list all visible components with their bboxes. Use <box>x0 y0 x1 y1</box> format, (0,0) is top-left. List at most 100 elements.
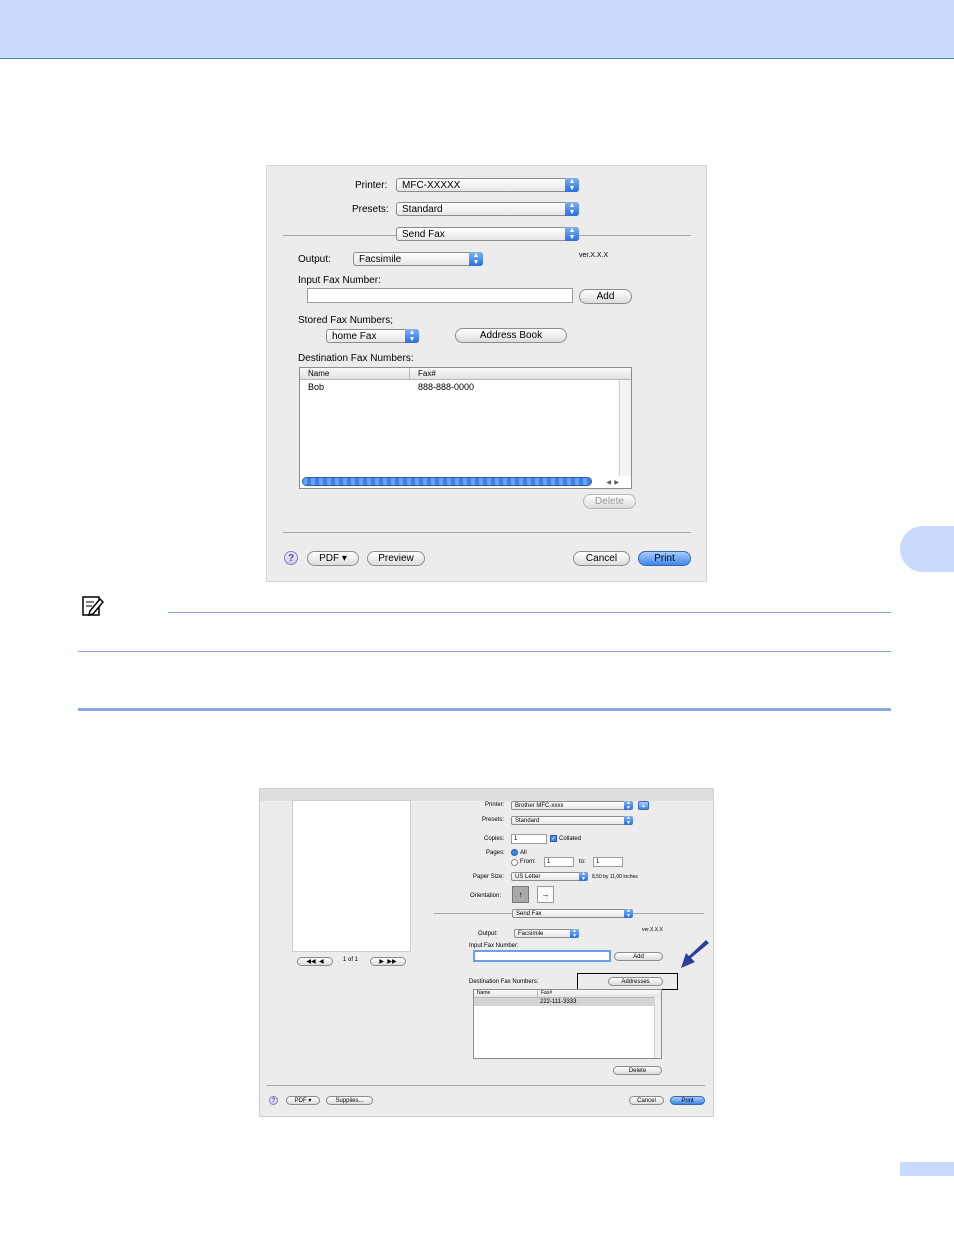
stored-fax-popup[interactable]: home Fax ▲ ▼ <box>326 329 419 343</box>
chevron-updown-icon: ▲ ▼ <box>624 909 633 919</box>
output-value: Facsimile <box>518 931 544 937</box>
page-number-tab <box>900 1162 954 1176</box>
cancel-button[interactable]: Cancel <box>629 1096 664 1105</box>
print-dialog-fax-leopard: ◀◀ ◀ 1 of 1 ▶ ▶▶ Printer: Brother MFC-xx… <box>259 788 714 1117</box>
help-icon[interactable]: ? <box>284 551 298 565</box>
presets-popup[interactable]: Standard ▲ ▼ <box>396 202 579 216</box>
pages-all-radio[interactable] <box>511 849 518 856</box>
panel-value: Send Fax <box>516 911 542 917</box>
destination-table[interactable]: Name Fax# 222-111-3333 <box>473 989 662 1059</box>
divider <box>283 235 396 236</box>
presets-value: Standard <box>402 204 443 215</box>
next-last-page-button[interactable]: ▶ ▶▶ <box>370 957 406 966</box>
pages-from-radio[interactable] <box>511 859 518 866</box>
portrait-orientation-icon[interactable]: ↑ <box>512 886 529 903</box>
paper-size-popup[interactable]: US Letter ▲ ▼ <box>511 872 588 882</box>
help-icon[interactable]: ? <box>269 1096 278 1105</box>
pages-all-label: All <box>520 850 527 856</box>
chevron-updown-icon: ▲ ▼ <box>565 227 579 241</box>
section-rule <box>78 708 891 711</box>
print-button[interactable]: Print <box>638 551 691 566</box>
addresses-highlight-box: Addresses <box>577 973 678 990</box>
header-band <box>0 0 954 59</box>
page-indicator: 1 of 1 <box>343 957 359 963</box>
row-fax: 222-111-3333 <box>540 999 577 1005</box>
presets-value: Standard <box>515 818 540 824</box>
printer-label: Printer: <box>355 180 388 191</box>
chevron-updown-icon: ▲ ▼ <box>469 252 483 266</box>
printer-popup[interactable]: MFC-XXXXX ▲ ▼ <box>396 178 579 192</box>
scroll-right-icon[interactable]: ▶ <box>614 479 619 486</box>
table-row[interactable]: Bob 888-888-0000 <box>300 382 618 394</box>
to-input[interactable]: 1 <box>593 857 623 867</box>
chapter-tab <box>900 526 954 572</box>
addresses-button[interactable]: Addresses <box>608 977 663 986</box>
fax-number-input[interactable] <box>473 950 611 962</box>
presets-label: Presets: <box>482 817 505 823</box>
input-fax-label: Input Fax Number: <box>469 943 519 949</box>
first-prev-page-button[interactable]: ◀◀ ◀ <box>297 957 333 966</box>
print-dialog-fax: Printer: MFC-XXXXX ▲ ▼ Presets: Standard … <box>266 165 707 582</box>
printer-label: Printer: <box>485 802 505 808</box>
page-preview <box>292 800 411 952</box>
input-fax-label: Input Fax Number: <box>298 275 381 286</box>
output-popup[interactable]: Facsimile ▲ ▼ <box>514 929 579 939</box>
column-header-fax: Fax# <box>409 368 436 379</box>
printer-popup[interactable]: Brother MFC-xxxx ▲ ▼ <box>511 801 633 811</box>
scroll-left-icon[interactable]: ◀ <box>606 479 611 486</box>
add-button[interactable]: Add <box>614 952 663 961</box>
stored-fax-label: Stored Fax Numbers; <box>298 315 394 326</box>
vertical-scrollbar[interactable] <box>619 380 631 476</box>
destination-table[interactable]: Name Fax# Bob 888-888-0000 ◀ ▶ <box>299 367 632 489</box>
divider <box>579 235 691 236</box>
panel-popup[interactable]: Send Fax ▲ ▼ <box>512 909 633 919</box>
table-row[interactable]: 222-111-3333 <box>474 998 654 1006</box>
column-header-fax: Fax# <box>537 990 552 997</box>
pdf-button[interactable]: PDF ▾ <box>286 1096 320 1105</box>
divider <box>283 532 691 533</box>
vertical-scrollbar[interactable] <box>654 997 661 1058</box>
panel-popup[interactable]: Send Fax ▲ ▼ <box>396 227 579 241</box>
column-header-name: Name <box>308 369 330 378</box>
paper-size-value: US Letter <box>515 874 541 880</box>
destination-label: Destination Fax Numbers: <box>469 979 539 985</box>
from-input[interactable]: 1 <box>544 857 574 867</box>
orientation-label: Orientation: <box>470 893 502 899</box>
delete-button[interactable]: Delete <box>583 494 636 509</box>
disclosure-triangle-icon[interactable]: ▲ <box>638 801 649 810</box>
chevron-updown-icon: ▲ ▼ <box>570 929 579 939</box>
note-pencil-icon <box>81 594 105 618</box>
divider <box>434 913 512 914</box>
copies-input[interactable]: 1 <box>511 834 547 844</box>
horizontal-scrollbar[interactable] <box>302 477 592 486</box>
chevron-updown-icon: ▲ ▼ <box>405 329 419 343</box>
version-label: ver.X.X.X <box>642 927 663 933</box>
cancel-button[interactable]: Cancel <box>573 551 630 566</box>
delete-button[interactable]: Delete <box>613 1066 662 1075</box>
add-button[interactable]: Add <box>579 289 632 304</box>
destination-label: Destination Fax Numbers: <box>298 353 414 364</box>
row-name: Bob <box>308 382 325 392</box>
note-top-rule <box>168 612 891 613</box>
collated-label: Collated <box>559 836 582 842</box>
fax-number-input[interactable] <box>307 288 573 303</box>
output-popup[interactable]: Facsimile ▲ ▼ <box>353 252 483 266</box>
chevron-updown-icon: ▲ ▼ <box>624 801 633 811</box>
presets-popup[interactable]: Standard ▲ ▼ <box>511 816 633 826</box>
note-bottom-rule <box>78 651 891 652</box>
preview-button[interactable]: Preview <box>367 551 425 566</box>
landscape-orientation-icon[interactable]: → <box>537 886 554 903</box>
divider <box>267 1085 705 1086</box>
chevron-updown-icon: ▲ ▼ <box>565 202 579 216</box>
output-label: Output: <box>298 254 331 265</box>
supplies-button[interactable]: Supplies... <box>326 1096 373 1105</box>
pointer-arrow-icon <box>679 940 711 970</box>
presets-label: Presets: <box>352 204 389 215</box>
table-header: Name Fax# <box>474 990 661 998</box>
table-header: Name Fax# <box>300 368 631 380</box>
address-book-button[interactable]: Address Book <box>455 328 567 343</box>
collated-checkbox[interactable]: ✓ <box>550 835 557 842</box>
print-button[interactable]: Print <box>670 1096 705 1105</box>
chevron-updown-icon: ▲ ▼ <box>579 872 588 882</box>
pdf-button[interactable]: PDF ▾ <box>307 551 359 566</box>
